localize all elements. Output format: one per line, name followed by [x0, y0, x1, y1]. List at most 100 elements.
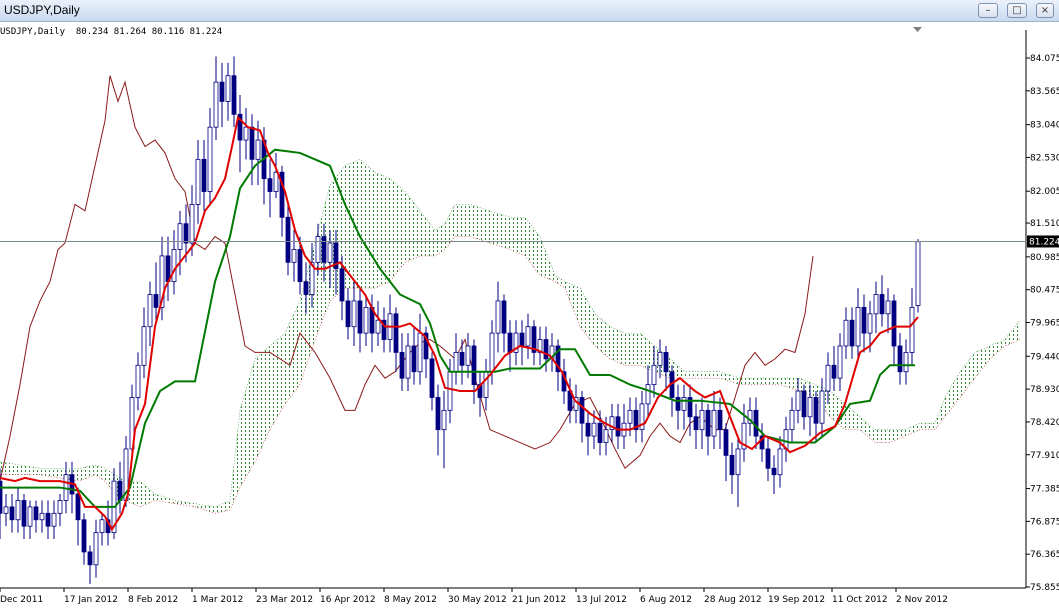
candle-body: [303, 281, 309, 295]
candle-body: [93, 532, 99, 566]
candle-body: [153, 294, 159, 308]
candle-body: [843, 319, 849, 347]
candle-body: [873, 294, 879, 315]
candle-body: [327, 242, 333, 263]
candle-body: [375, 319, 381, 334]
candle-body: [837, 345, 843, 379]
candle-body: [753, 409, 759, 437]
candle-body: [231, 75, 237, 115]
current-price-label: 81.224: [1029, 237, 1059, 247]
time-tick-label: 30 May 2012: [448, 595, 507, 605]
price-tick-label: 83.040: [1030, 121, 1059, 131]
price-axis: 84.075 83.565 83.040 82.530 82.005 81.510 80.9…: [1026, 54, 1059, 593]
candle-body: [249, 126, 255, 160]
candle-body: [861, 306, 867, 334]
candle-body: [795, 390, 801, 411]
time-tick-label: Dec 2011: [0, 595, 43, 605]
candle-body: [495, 300, 501, 334]
candle-body: [729, 454, 735, 476]
candle-body: [831, 364, 837, 379]
candle-body: [519, 332, 525, 347]
candle-body: [849, 319, 855, 347]
candle-body: [21, 500, 27, 527]
candle-body: [411, 345, 417, 373]
candle-body: [915, 241, 921, 306]
candle-body: [45, 512, 51, 527]
chart-area[interactable]: 84.075 83.565 83.040 82.530 82.005 81.510 80.9…: [0, 22, 1059, 607]
candle-body: [801, 390, 807, 418]
candle-body: [3, 506, 9, 514]
candle-body: [585, 422, 591, 437]
candle-body: [207, 126, 213, 192]
candle-body: [885, 300, 891, 315]
candle-body: [615, 416, 621, 437]
candle-body: [777, 448, 783, 476]
candle: [915, 239, 921, 313]
time-tick-label: 21 Jun 2012: [512, 595, 566, 605]
candle-body: [735, 448, 741, 476]
time-tick-label: 2 Nov 2012: [896, 595, 948, 605]
candle-body: [717, 409, 723, 431]
restore-icon: □: [1012, 5, 1022, 16]
candle-body: [219, 81, 225, 102]
price-tick-label: 81.510: [1030, 219, 1059, 229]
time-tick-label: 8 May 2012: [384, 595, 437, 605]
candle-body: [507, 332, 513, 353]
candle-body: [297, 249, 303, 283]
candle-body: [141, 326, 147, 366]
candle-body: [447, 371, 453, 411]
candle-body: [645, 384, 651, 405]
price-tick-label: 78.420: [1030, 418, 1059, 428]
candle-body: [405, 345, 411, 379]
candle-body: [87, 551, 93, 566]
price-tick-label: 83.565: [1030, 87, 1059, 97]
candle-body: [825, 364, 831, 392]
price-tick-label: 84.075: [1030, 54, 1059, 64]
candle-body: [627, 409, 633, 424]
time-tick-label: 11 Oct 2012: [832, 595, 888, 605]
candle-body: [693, 416, 699, 431]
candle-body: [543, 339, 549, 360]
ohlc-header: USDJPY,Daily 80.234 81.264 80.116 81.224: [0, 27, 222, 37]
ichimoku-chart[interactable]: 84.075 83.565 83.040 82.530 82.005 81.510 80.9…: [0, 22, 1059, 607]
candle-body: [525, 326, 531, 347]
candle-body: [225, 75, 231, 102]
time-tick-label: 8 Feb 2012: [128, 595, 178, 605]
candle-body: [357, 300, 363, 334]
candle-body: [459, 352, 465, 366]
candle-body: [435, 397, 441, 431]
candle-body: [147, 294, 153, 328]
candle-body: [897, 345, 903, 373]
candle-body: [99, 519, 105, 534]
candle-body: [255, 139, 261, 160]
candle-body: [705, 409, 711, 437]
price-tick-label: 80.985: [1030, 253, 1059, 263]
candle-body: [189, 204, 195, 244]
candle-body: [681, 397, 687, 411]
candle-body: [33, 506, 39, 521]
candle-body: [675, 397, 681, 411]
candle-body: [135, 364, 141, 398]
candle-body: [723, 429, 729, 456]
restore-button[interactable]: □: [1007, 3, 1027, 18]
candle-body: [285, 216, 291, 263]
close-icon: ×: [1040, 5, 1050, 16]
candle-body: [393, 313, 399, 353]
window-titlebar[interactable]: USDJPY,Daily – □ ×: [0, 0, 1059, 22]
price-tick-label: 78.930: [1030, 385, 1059, 395]
candle-body: [39, 512, 45, 521]
candle-body: [51, 512, 57, 527]
candle-body: [465, 345, 471, 366]
candle-body: [855, 306, 861, 347]
candle-body: [597, 422, 603, 443]
candle-body: [417, 332, 423, 373]
price-tick-label: 75.855: [1030, 583, 1059, 593]
price-tick-label: 77.910: [1030, 451, 1059, 461]
candle-body: [171, 249, 177, 283]
minimize-button[interactable]: –: [978, 3, 998, 18]
close-button[interactable]: ×: [1036, 3, 1054, 18]
candle-body: [81, 519, 87, 553]
candle-body: [321, 236, 327, 263]
price-tick-label: 77.385: [1030, 485, 1059, 495]
candle-body: [201, 158, 207, 192]
